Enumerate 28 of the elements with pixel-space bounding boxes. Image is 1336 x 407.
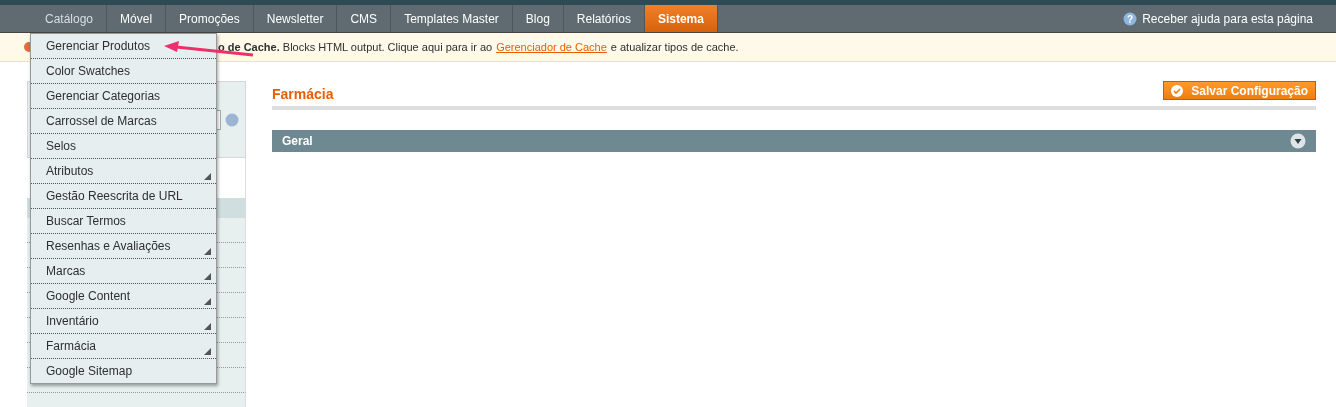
nav-tab[interactable]: Móvel bbox=[107, 5, 167, 32]
menu-item[interactable]: Selos bbox=[46, 139, 77, 153]
menu-item[interactable]: Farmácia bbox=[46, 339, 96, 353]
menu-item[interactable]: Google Sitemap bbox=[46, 364, 133, 378]
nav-tab[interactable]: Newsletter bbox=[253, 5, 338, 32]
menu-item[interactable]: Buscar Termos bbox=[46, 214, 126, 228]
menu-item[interactable]: Resenhas e Avaliações bbox=[46, 239, 171, 253]
nav-tab[interactable]: CMS bbox=[337, 5, 392, 32]
nav-tab[interactable]: Relatórios bbox=[563, 5, 645, 32]
menu-item[interactable]: Gerenciar Categorias bbox=[46, 89, 161, 103]
menu-item[interactable]: Gerenciar Produtos bbox=[46, 39, 151, 53]
nav-tab[interactable]: Blog bbox=[512, 5, 564, 32]
nav-tab[interactable]: Templates Master bbox=[391, 5, 513, 32]
nav-tab[interactable]: Promoções bbox=[166, 5, 254, 32]
fieldset-title: Geral bbox=[282, 134, 313, 148]
menu-item[interactable]: Atributos bbox=[46, 164, 94, 178]
menu-item[interactable]: Google Content bbox=[46, 289, 131, 303]
notice-text: o de Cache. Blocks HTML output. Clique aqui para ir ao bbox=[218, 41, 493, 53]
menu-item[interactable]: Inventário bbox=[46, 314, 99, 328]
menu-item[interactable]: Color Swatches bbox=[46, 64, 131, 78]
help-link[interactable]: ? Receber ajuda para esta página bbox=[1123, 5, 1336, 32]
fieldset-header[interactable]: Geral bbox=[272, 130, 1316, 152]
menu-item[interactable]: Marcas bbox=[46, 264, 86, 278]
help-icon: ? bbox=[1123, 11, 1138, 26]
notice-text: e atualizar tipos de cache. bbox=[610, 41, 739, 53]
menu-item[interactable]: Carrossel de Marcas bbox=[46, 114, 157, 128]
menu-item[interactable]: Gestão Reescrita de URL bbox=[46, 189, 183, 203]
section-title: Farmácia bbox=[272, 86, 334, 102]
